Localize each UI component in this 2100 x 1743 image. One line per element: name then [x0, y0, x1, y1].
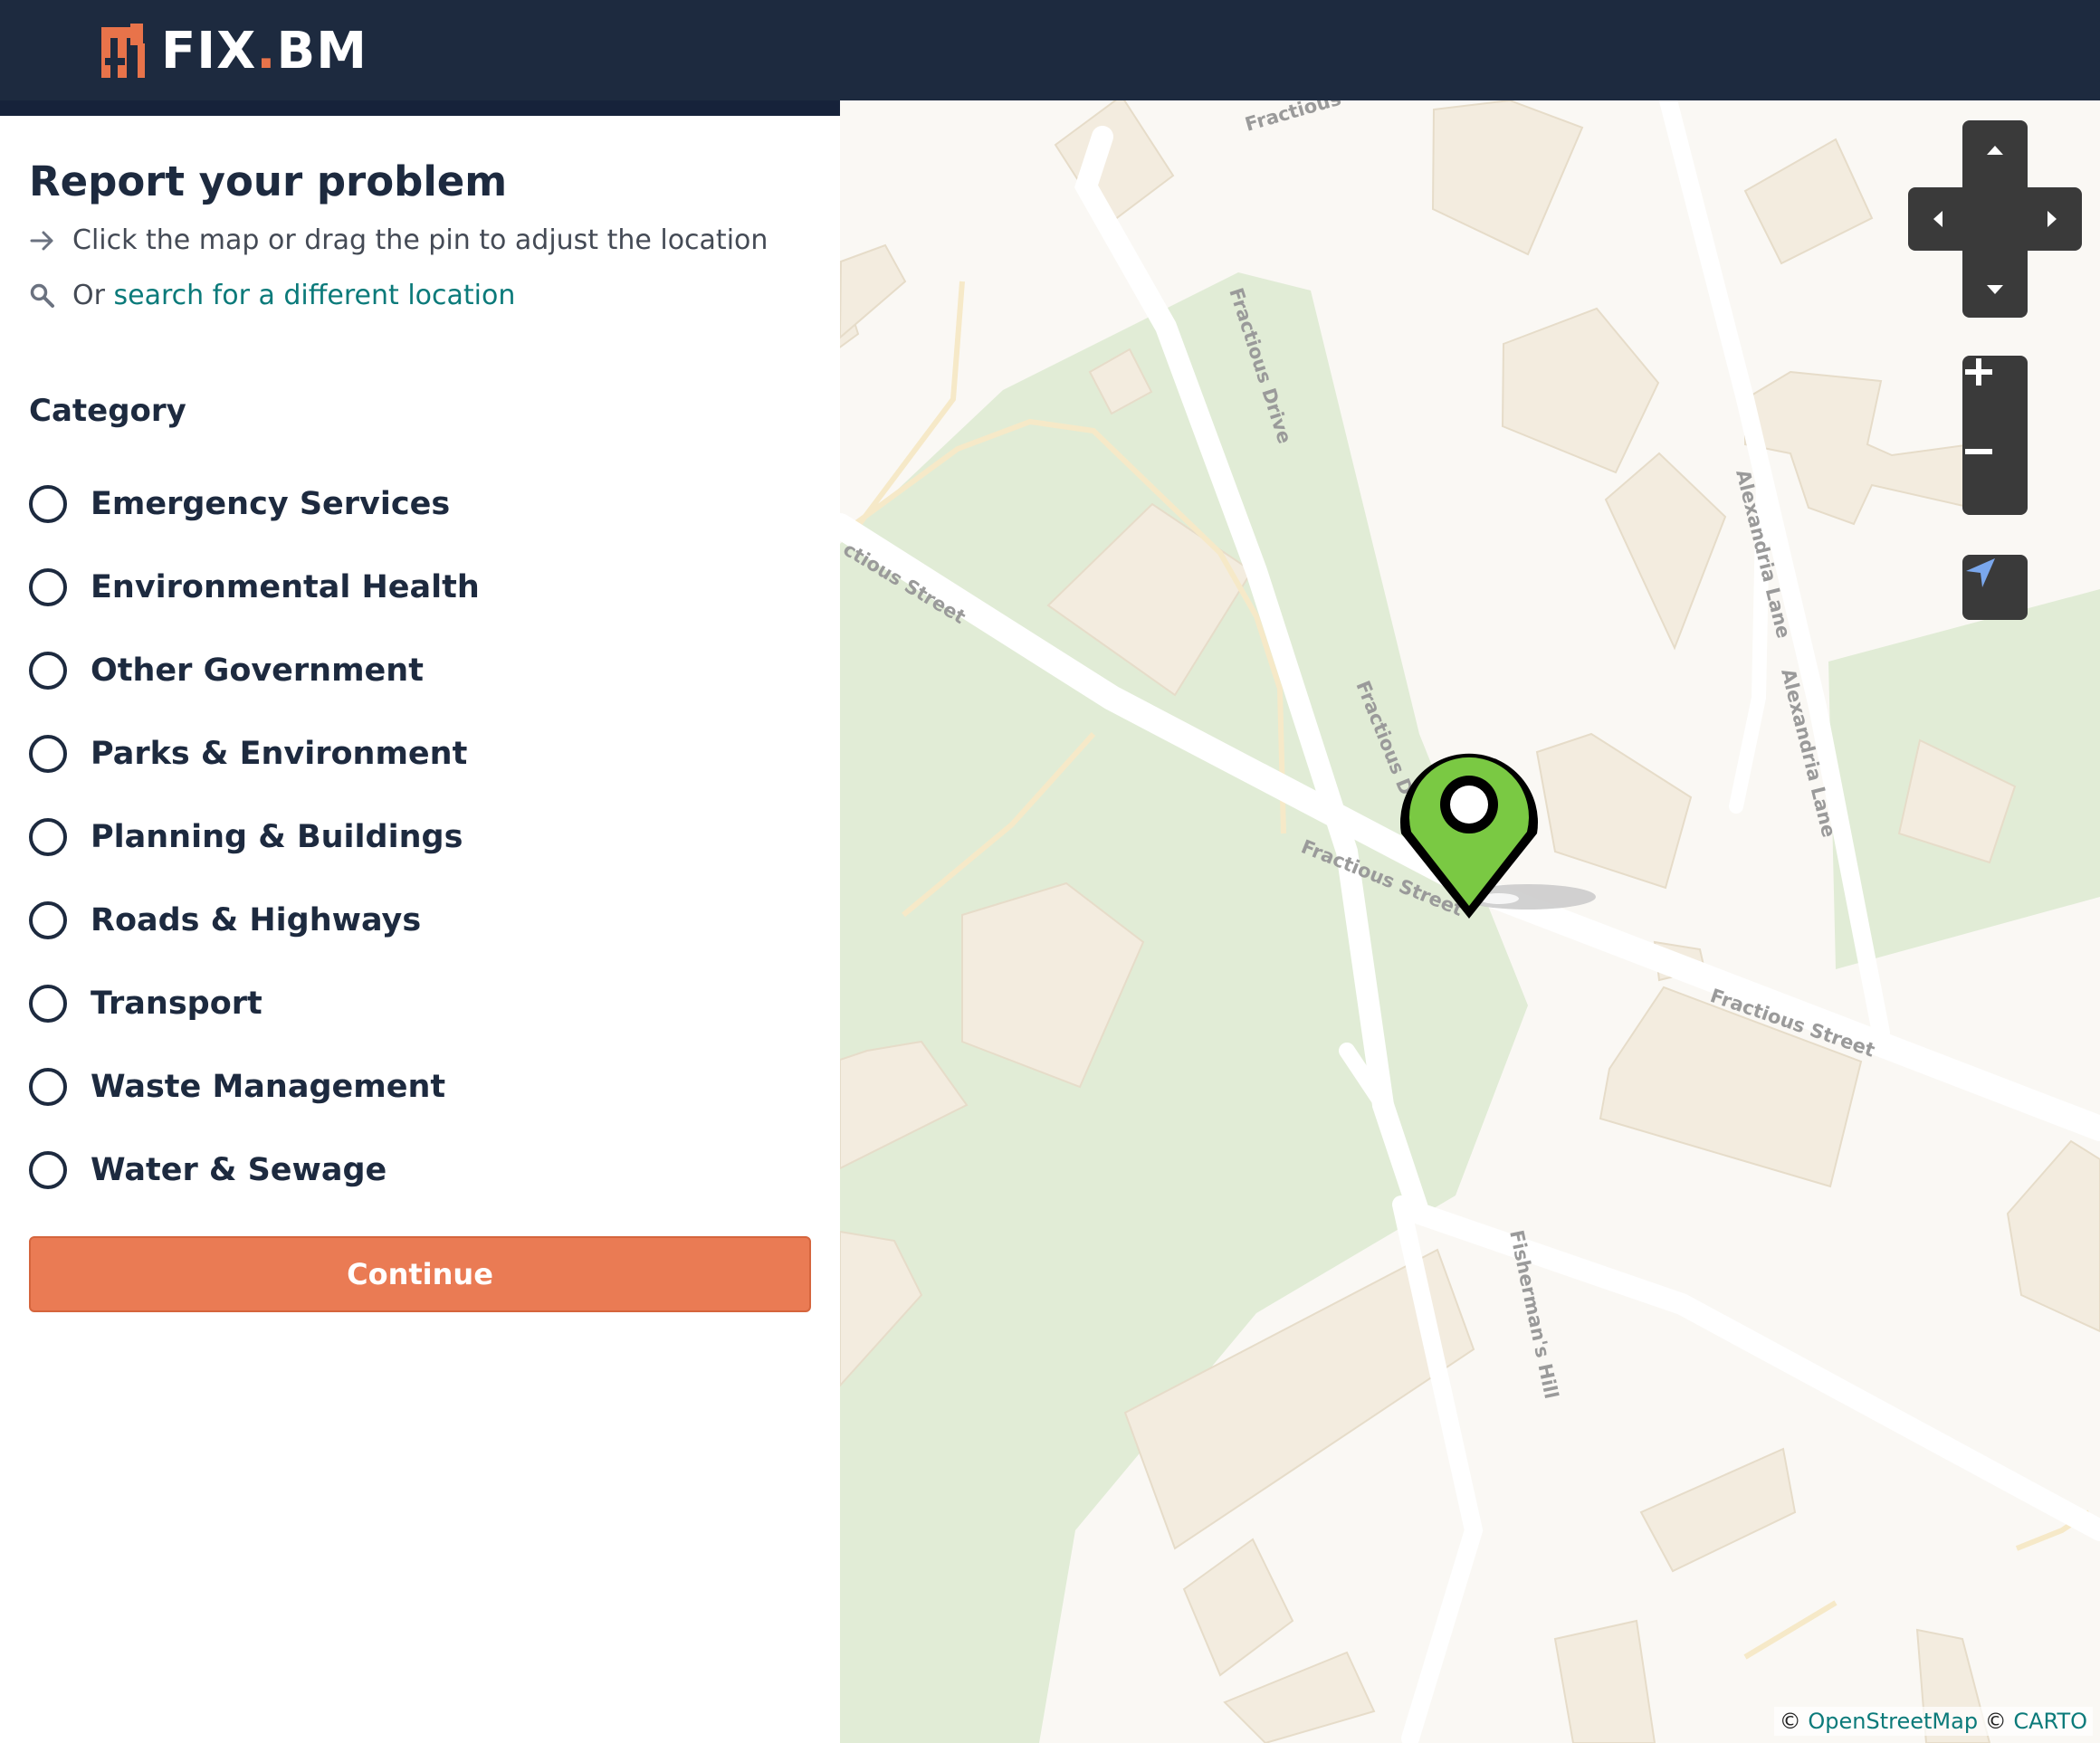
copyright-symbol: ©: [1984, 1709, 2007, 1734]
radio-button[interactable]: [29, 818, 67, 856]
search-hint-prefix: Or: [72, 280, 114, 311]
radio-button[interactable]: [29, 568, 67, 606]
zoom-out-button[interactable]: [1962, 435, 2028, 515]
logo-text: FIX.BM: [161, 22, 368, 81]
location-arrow-icon: [1966, 558, 1995, 587]
page-title: Report your problem: [29, 157, 508, 205]
report-sidebar: Report your problem Click the map or dra…: [0, 100, 840, 1743]
category-option-environmental-health[interactable]: Environmental Health: [29, 546, 480, 629]
category-option-planning-buildings[interactable]: Planning & Buildings: [29, 795, 480, 879]
search-different-location-link[interactable]: search for a different location: [113, 280, 515, 311]
adjust-location-text: Click the map or drag the pin to adjust …: [72, 224, 768, 256]
openstreetmap-link[interactable]: OpenStreetMap: [1808, 1709, 1978, 1734]
adjust-location-hint: Click the map or drag the pin to adjust …: [29, 224, 768, 256]
category-option-parks-environment[interactable]: Parks & Environment: [29, 712, 480, 795]
pan-arrows-icon: [1933, 146, 2057, 294]
category-option-label: Parks & Environment: [91, 736, 468, 772]
radio-button[interactable]: [29, 1151, 67, 1189]
map-attribution: © OpenStreetMap © CARTO: [1773, 1707, 2093, 1736]
hammer-logo-icon: [101, 24, 145, 78]
radio-button[interactable]: [29, 735, 67, 773]
minus-icon: [1965, 449, 1992, 454]
category-option-label: Roads & Highways: [91, 902, 422, 938]
category-option-label: Water & Sewage: [91, 1152, 387, 1188]
radio-button[interactable]: [29, 485, 67, 523]
carto-link[interactable]: CARTO: [2013, 1709, 2087, 1734]
radio-button[interactable]: [29, 1068, 67, 1106]
category-option-label: Transport: [91, 986, 262, 1022]
site-logo[interactable]: FIX.BM: [98, 20, 368, 83]
radio-button[interactable]: [29, 901, 67, 939]
continue-button[interactable]: Continue: [29, 1236, 811, 1312]
plus-icon: [1965, 358, 1992, 386]
category-option-label: Environmental Health: [91, 569, 480, 605]
category-option-label: Emergency Services: [91, 486, 451, 522]
radio-button[interactable]: [29, 985, 67, 1023]
map-tiles: Fractious Fractious Drive Fractious D Al…: [840, 100, 2100, 1743]
category-option-label: Waste Management: [91, 1069, 446, 1105]
radio-button[interactable]: [29, 652, 67, 690]
search-icon: [29, 282, 56, 310]
category-option-waste-management[interactable]: Waste Management: [29, 1045, 480, 1129]
geolocate-button[interactable]: [1962, 555, 2028, 620]
arrow-right-icon: [29, 227, 56, 254]
category-option-label: Other Government: [91, 652, 424, 689]
pan-down-icon: [1987, 285, 2003, 294]
street-label-fractious-top: Fractious: [1243, 100, 1343, 136]
category-label: Category: [29, 393, 186, 429]
category-list: Emergency Services Environmental Health …: [29, 462, 480, 1212]
category-option-other-government[interactable]: Other Government: [29, 629, 480, 712]
category-option-label: Planning & Buildings: [91, 819, 463, 855]
map-canvas[interactable]: Fractious Fractious Drive Fractious D Al…: [840, 100, 2100, 1743]
category-option-water-sewage[interactable]: Water & Sewage: [29, 1129, 480, 1212]
pan-up-icon: [1987, 146, 2003, 155]
category-option-transport[interactable]: Transport: [29, 962, 480, 1045]
pan-right-icon: [2048, 211, 2057, 227]
pan-left-icon: [1933, 211, 1942, 227]
category-option-emergency-services[interactable]: Emergency Services: [29, 462, 480, 546]
copyright-symbol: ©: [1779, 1709, 1801, 1734]
site-header: FIX.BM: [0, 0, 2100, 100]
zoom-in-button[interactable]: [1962, 356, 2028, 435]
category-option-roads-highways[interactable]: Roads & Highways: [29, 879, 480, 962]
search-location-hint: Or search for a different location: [29, 280, 515, 311]
